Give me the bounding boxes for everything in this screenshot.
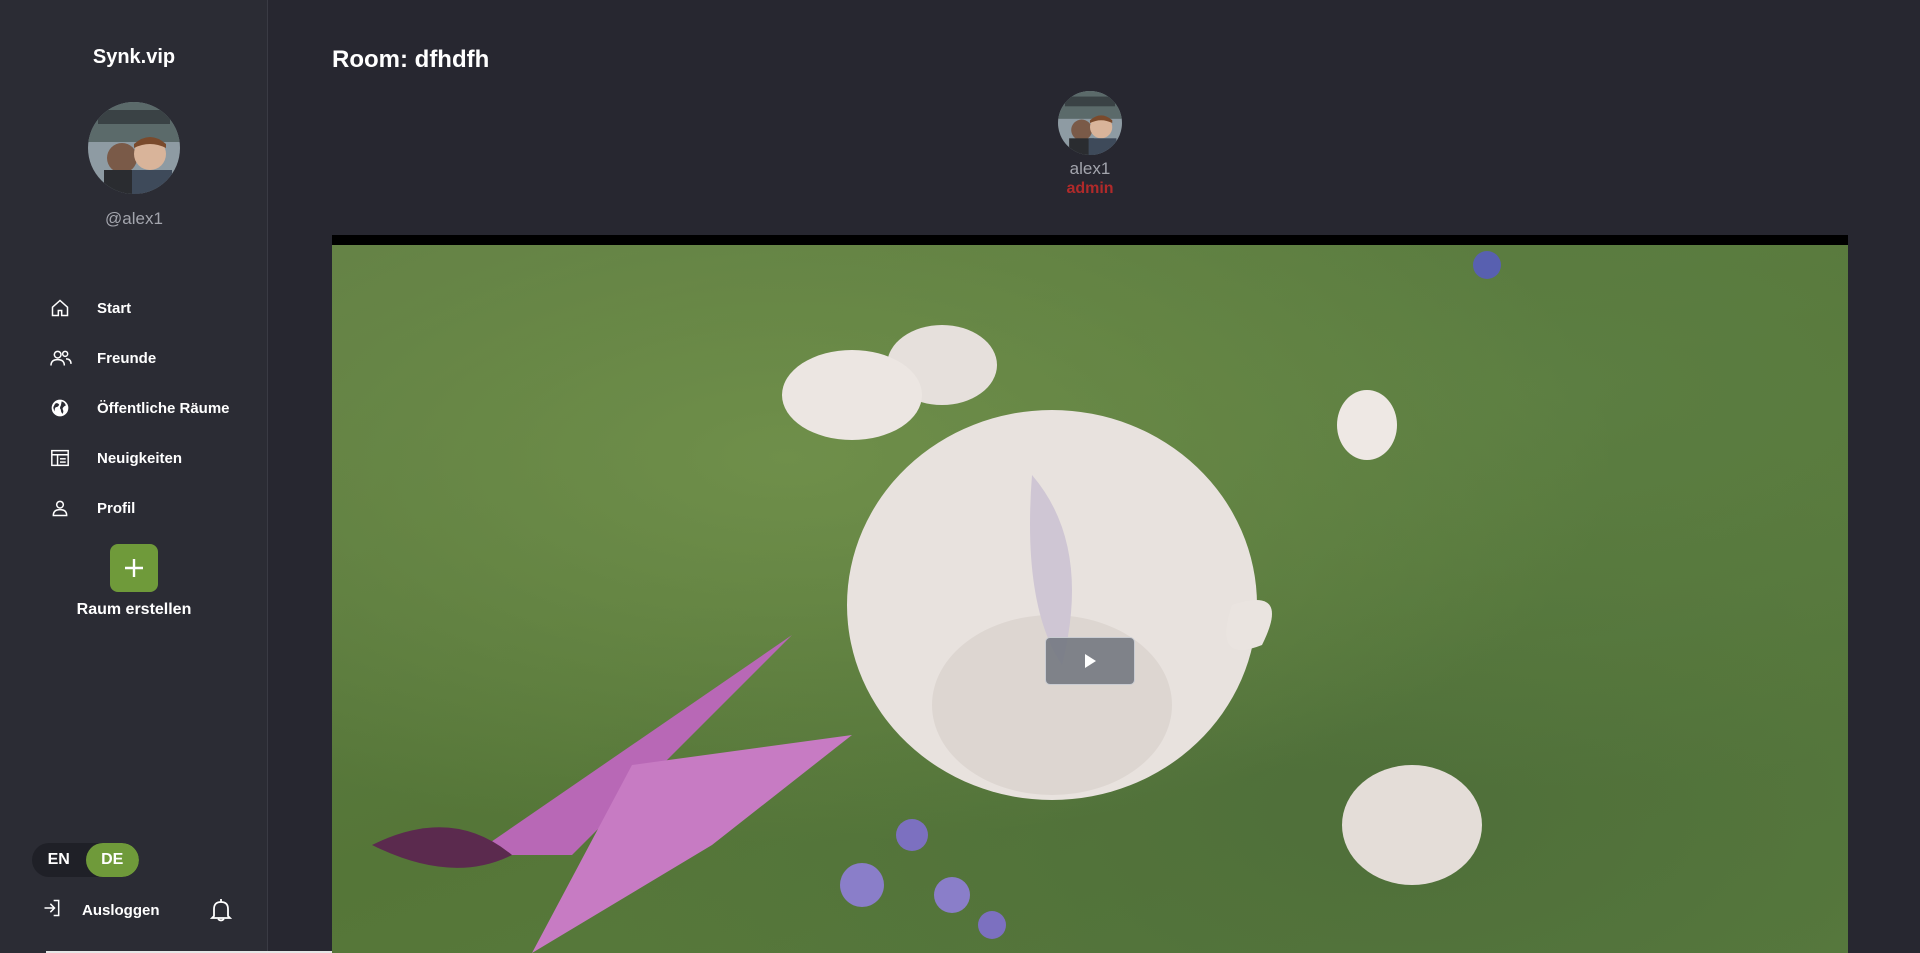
- nav-item-freunde[interactable]: Freunde: [50, 333, 230, 383]
- sidebar: Synk.vip @alex1 Start Freunde Öffentlich…: [0, 0, 336, 953]
- nav-label: Öffentliche Räume: [97, 399, 230, 417]
- language-toggle: EN DE: [32, 843, 139, 877]
- play-icon: [1085, 654, 1096, 668]
- logout-button[interactable]: Ausloggen: [42, 898, 160, 923]
- nav-item-public-rooms[interactable]: Öffentliche Räume: [50, 383, 230, 433]
- nav-item-profile[interactable]: Profil: [50, 483, 230, 533]
- main-nav: Start Freunde Öffentliche Räume Neuigkei…: [50, 283, 230, 533]
- video-frame: [332, 245, 1848, 953]
- video-player[interactable]: [332, 235, 1848, 953]
- news-icon: [50, 444, 78, 472]
- member-name: alex1: [1069, 159, 1111, 178]
- room-member: alex1 admin: [1040, 91, 1140, 198]
- nav-label: Neuigkeiten: [97, 449, 183, 467]
- lang-de-button[interactable]: DE: [85, 843, 139, 877]
- member-role-badge: admin: [1066, 180, 1114, 197]
- user-handle: @alex1: [105, 209, 163, 228]
- page-title: Room: dfhdfh: [332, 46, 490, 73]
- create-room-button[interactable]: [110, 544, 158, 592]
- home-icon: [50, 294, 78, 322]
- logout-icon: [42, 898, 62, 923]
- create-room-label[interactable]: Raum erstellen: [0, 601, 268, 619]
- play-button[interactable]: [1045, 637, 1135, 685]
- nav-item-start[interactable]: Start: [50, 283, 230, 333]
- brand-logo-text[interactable]: Synk.vip: [0, 46, 268, 69]
- avatar[interactable]: [88, 102, 180, 194]
- nav-label: Profil: [97, 499, 136, 517]
- bell-icon[interactable]: [209, 898, 233, 927]
- profile-icon: [50, 494, 78, 522]
- globe-icon: [50, 394, 78, 422]
- plus-icon: [125, 559, 143, 577]
- nav-item-news[interactable]: Neuigkeiten: [50, 433, 230, 483]
- logout-label: Ausloggen: [82, 902, 160, 919]
- nav-label: Freunde: [97, 349, 157, 367]
- friends-icon: [50, 344, 78, 372]
- avatar[interactable]: [1058, 91, 1122, 155]
- lang-en-button[interactable]: EN: [32, 843, 86, 877]
- nav-label: Start: [97, 299, 132, 317]
